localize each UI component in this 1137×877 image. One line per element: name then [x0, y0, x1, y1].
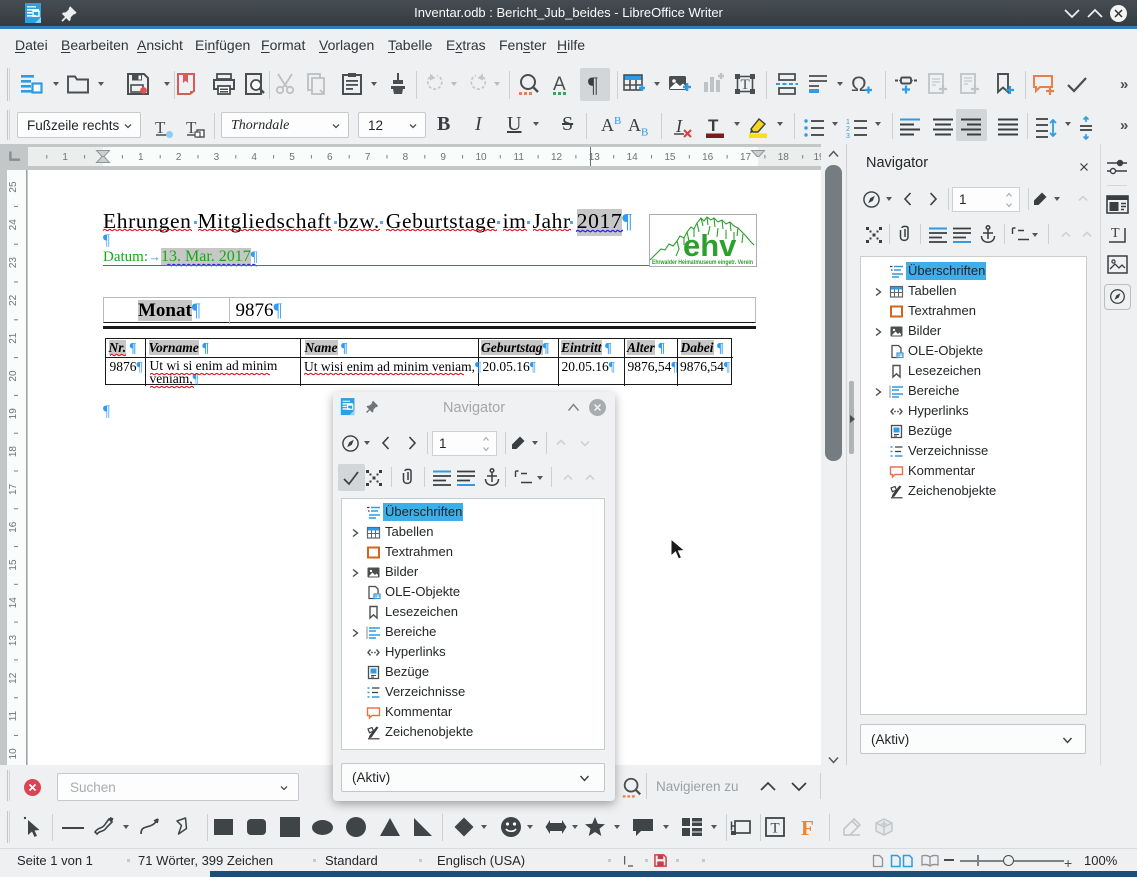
svg-text:14: 14	[627, 152, 639, 163]
svg-text:11: 11	[514, 152, 525, 163]
svg-text:4: 4	[251, 152, 257, 163]
svg-text:I: I	[623, 854, 626, 868]
svg-text:T: T	[1111, 226, 1120, 241]
svg-text:10: 10	[475, 152, 487, 163]
svg-text:16: 16	[8, 521, 19, 533]
svg-text:14: 14	[8, 597, 19, 609]
svg-text:1: 1	[62, 152, 68, 163]
svg-text:1: 1	[846, 119, 850, 126]
svg-text:9: 9	[440, 152, 446, 163]
svg-text:Ω: Ω	[851, 73, 867, 96]
svg-text:22: 22	[8, 294, 19, 306]
svg-text:23: 23	[8, 257, 19, 269]
svg-text:25: 25	[8, 181, 19, 193]
svg-text:17: 17	[8, 483, 19, 495]
svg-text:16: 16	[702, 152, 714, 163]
svg-text:I: I	[675, 116, 683, 136]
svg-text:8: 8	[403, 152, 409, 163]
svg-text:A: A	[553, 74, 566, 95]
svg-text:2: 2	[846, 126, 850, 133]
svg-text:10: 10	[8, 748, 19, 760]
svg-text:Ehrwalder Heimatmuseum eingetr: Ehrwalder Heimatmuseum eingetr. Verein	[652, 260, 753, 266]
svg-text:2: 2	[176, 152, 182, 163]
svg-text:3: 3	[214, 152, 220, 163]
svg-text:18: 18	[8, 446, 19, 458]
svg-text:T: T	[741, 77, 750, 93]
svg-text:T: T	[155, 118, 166, 137]
svg-text:24: 24	[8, 219, 19, 231]
svg-text:7: 7	[365, 152, 371, 163]
svg-text:13: 13	[8, 635, 19, 647]
svg-text:15: 15	[664, 152, 676, 163]
svg-text:20: 20	[8, 370, 19, 382]
svg-text:12: 12	[551, 152, 563, 163]
svg-text:F: F	[801, 816, 814, 839]
svg-text:12: 12	[8, 672, 19, 684]
svg-text:6: 6	[327, 152, 333, 163]
svg-text:18: 18	[778, 152, 790, 163]
svg-text:15: 15	[8, 559, 19, 571]
svg-text:3: 3	[846, 133, 850, 140]
svg-text:¶: ¶	[588, 72, 598, 96]
svg-text:1: 1	[138, 152, 144, 163]
svg-text:T: T	[708, 116, 719, 135]
svg-text:21: 21	[8, 332, 19, 344]
svg-text:11: 11	[8, 710, 19, 721]
svg-text:ehv: ehv	[683, 228, 737, 263]
svg-text:5: 5	[289, 152, 295, 163]
svg-text:17: 17	[740, 152, 752, 163]
svg-text:19: 19	[8, 408, 19, 420]
svg-text:T: T	[771, 821, 780, 837]
